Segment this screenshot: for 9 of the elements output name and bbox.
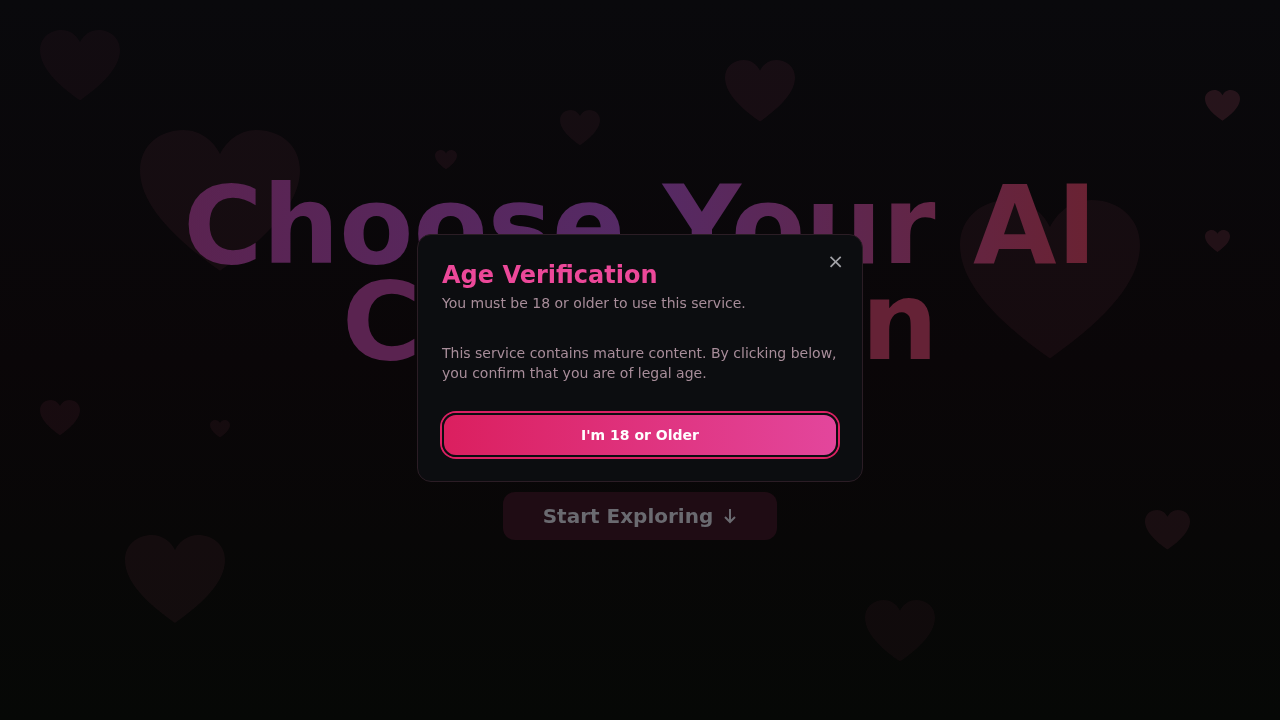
hero-heading: n [861, 274, 939, 370]
hero-heading: C [341, 274, 422, 370]
confirm-age-button[interactable]: I'm 18 or Older [442, 413, 838, 457]
arrow-down-icon [723, 508, 738, 524]
heart-icon [1205, 90, 1240, 122]
heart-icon [1205, 230, 1230, 253]
dialog-subtitle: You must be 18 or older to use this service. [442, 295, 747, 311]
start-exploring-button[interactable]: Start Exploring [503, 492, 777, 540]
dialog-message: This service contains mature content. By clicking below, you confirm that you are of legal age. [442, 344, 838, 383]
